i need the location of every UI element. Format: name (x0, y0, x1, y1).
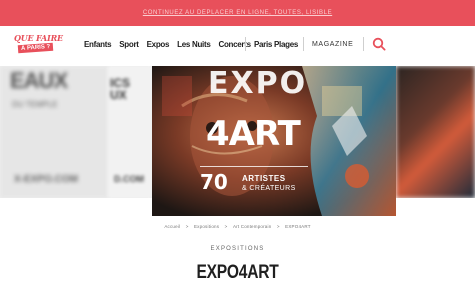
announcement-link[interactable]: Continuez au déplacer en ligne, toutes, … (143, 10, 332, 16)
expo-poster-image: EXPO 4ART 70 ARTISTES & CRÉATEURS (152, 66, 396, 216)
nav-item-enfants[interactable]: Enfants (84, 40, 112, 49)
breadcrumb-art-contemporain[interactable]: Art Contemporain (233, 224, 271, 229)
breadcrumb-separator: > (276, 224, 280, 229)
nav-divider (303, 37, 304, 51)
main-nav: Enfants Sport Expos Les Nuits Concerts (84, 40, 259, 49)
logo-text-line1: QUE FAIRE (14, 33, 63, 43)
poster-title-4art: 4ART (206, 114, 301, 154)
poster-title-expo: EXPO (208, 66, 308, 101)
prev-edge-url: D.COM (114, 174, 144, 184)
prev-slide-title: EAUX (10, 68, 68, 93)
nav-item-sport[interactable]: Sport (119, 40, 139, 49)
poster-createurs: & CRÉATEURS (242, 185, 296, 192)
site-logo[interactable]: QUE FAIRE À PARIS ? (14, 34, 68, 60)
logo-text-line2: À PARIS ? (17, 42, 54, 54)
prev-slide-subtitle: DU TEMPLE (12, 100, 58, 109)
breadcrumb-separator: > (224, 224, 228, 229)
prev-edge-text2: UX (110, 88, 127, 102)
poster-divider (200, 166, 308, 167)
top-announcement-bar: Continuez au déplacer en ligne, toutes, … (0, 0, 475, 26)
prev-slide-url: X-EXPO.COM (14, 174, 78, 185)
nav-item-magazine[interactable]: MAGAZINE (312, 41, 353, 48)
page-title: EXPO4ART (196, 262, 279, 283)
nav-divider (245, 37, 246, 51)
nav-item-les-nuits[interactable]: Les Nuits (177, 40, 211, 49)
breadcrumb: Accueil > Expositions > Art Contemporain… (0, 224, 475, 229)
carousel-prev-slide[interactable]: EAUX DU TEMPLE X-EXPO.COM (0, 66, 108, 198)
breadcrumb-home[interactable]: Accueil (164, 224, 180, 229)
carousel-prev-slide-edge[interactable]: ICS UX D.COM (108, 66, 152, 198)
search-icon[interactable] (372, 37, 386, 51)
nav-divider (363, 37, 364, 51)
nav-item-paris-plages[interactable]: Paris Plages (254, 40, 298, 49)
poster-count: 70 (200, 170, 228, 194)
category-label[interactable]: EXPOSITIONS (0, 246, 475, 252)
breadcrumb-current: EXPO4ART (285, 224, 311, 229)
nav-item-expos[interactable]: Expos (147, 40, 170, 49)
poster-artistes: ARTISTES (242, 174, 286, 183)
breadcrumb-expositions[interactable]: Expositions (194, 224, 219, 229)
breadcrumb-separator: > (185, 224, 189, 229)
carousel-next-slide[interactable] (396, 66, 475, 198)
